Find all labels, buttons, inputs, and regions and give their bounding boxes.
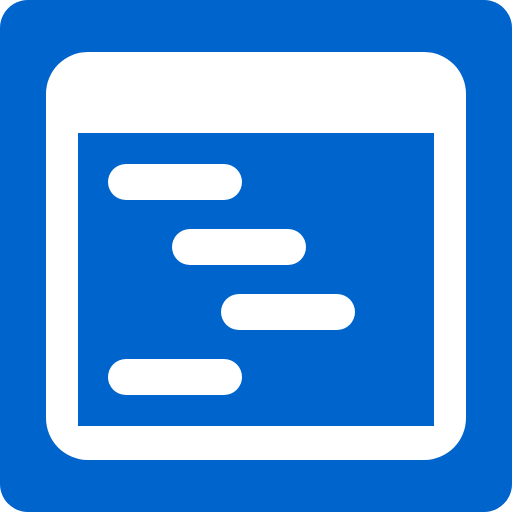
gantt-bar-3 xyxy=(221,294,355,330)
gantt-bar-1 xyxy=(108,164,242,200)
gantt-bar-2 xyxy=(172,229,306,265)
app-icon[interactable] xyxy=(0,0,512,512)
gantt-bar-4 xyxy=(108,359,242,395)
gantt-chart-app-icon xyxy=(0,0,512,512)
